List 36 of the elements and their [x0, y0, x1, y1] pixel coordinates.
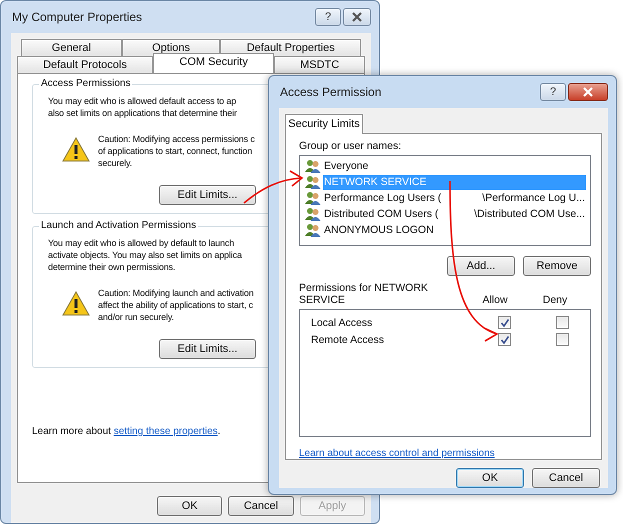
group-title: Access Permissions — [39, 78, 132, 89]
tab[interactable]: COM Security — [152, 53, 274, 73]
add-button[interactable]: Add... — [447, 256, 515, 276]
access-control-link[interactable]: Learn about access control and permissions — [299, 448, 495, 459]
dialog-button[interactable]: OK — [157, 496, 222, 516]
dialog-button[interactable]: Cancel — [228, 496, 294, 516]
edit-limits-button[interactable]: Edit Limits... — [159, 185, 256, 205]
user-item[interactable]: Performance Log Users ( \Performance Log U... — [323, 190, 586, 206]
permission-name: Local Access — [310, 316, 374, 329]
edit-limits-button[interactable]: Edit Limits... — [159, 339, 256, 359]
column-header: Allow — [481, 294, 509, 306]
description-text: You may edit who is allowed default access to ap also set limits on applications that determine their — [48, 95, 238, 119]
tab[interactable]: MSDTC — [274, 56, 365, 73]
help-button[interactable]: ? — [315, 8, 341, 26]
caution-text: Caution: Modifying launch and activation affect the ability of applications to start, c and/or run securely. — [98, 287, 254, 323]
tab[interactable]: General — [21, 39, 122, 56]
remove-button[interactable]: Remove — [523, 256, 591, 276]
user-item[interactable]: ANONYMOUS LOGON — [323, 222, 586, 238]
tab[interactable]: Default Properties — [220, 39, 361, 56]
tab[interactable]: Security Limits — [285, 114, 363, 134]
users-label: Group or user names: — [299, 140, 402, 152]
group-title: Launch and Activation Permissions — [39, 220, 198, 231]
dialog-button[interactable]: Cancel — [532, 468, 600, 488]
description-text: You may edit who is allowed by default to launch activate objects. You may also set limits on applica determine their own permissions. — [48, 237, 243, 273]
caution-text: Caution: Modifying access permissions c of applications to start, connect, function securely. — [98, 133, 255, 169]
user-item[interactable]: Distributed COM Users ( \Distributed COM Use... — [323, 206, 586, 222]
dialog-title: Access Permission — [280, 85, 382, 99]
window-title: My Computer Properties — [12, 10, 142, 24]
dialog-button[interactable]: OK — [456, 468, 524, 488]
user-item[interactable]: Everyone — [323, 158, 586, 174]
permission-name: Remote Access — [310, 334, 385, 346]
column-header: Deny — [542, 294, 568, 306]
help-button[interactable]: ? — [540, 83, 566, 101]
permissions-label: Permissions for NETWORK SERVICE — [299, 282, 429, 306]
tab[interactable]: Default Protocols — [17, 56, 153, 73]
properties-link[interactable]: setting these properties — [114, 426, 218, 437]
